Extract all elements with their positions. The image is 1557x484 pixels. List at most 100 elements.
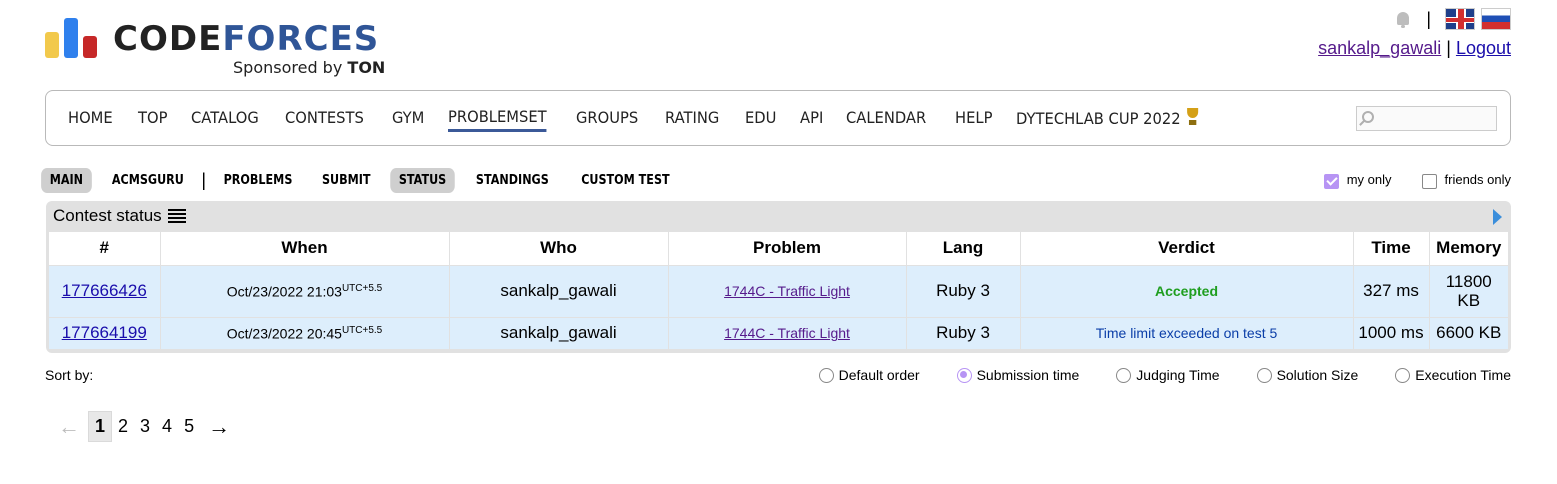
radio-default-order[interactable] [818,367,834,383]
col-verdict: Verdict [1020,232,1354,265]
friends-only-checkbox[interactable] [1421,174,1437,189]
menu-item-rating[interactable]: RATING [665,108,719,130]
main-menu-list: HOME TOP CATALOG CONTESTS GYM PROBLEMSET… [68,91,1238,147]
menu-item-api[interactable]: API [800,108,823,130]
page-3[interactable]: 3 [134,412,156,441]
sort-solution-size[interactable]: Solution Size [1256,367,1359,383]
search-input[interactable] [1379,109,1491,128]
logo-sponsor: Sponsored by TON [233,58,386,77]
tab-status[interactable]: STATUS [389,167,455,193]
my-only-label: my only [1346,172,1392,187]
verdict-accepted[interactable]: Accepted [1155,283,1218,299]
tab-standings[interactable]: STANDINGS [467,168,557,193]
menu-item-dytechlab-cup[interactable]: DYTECHLAB CUP 2022 [1016,107,1202,131]
page-2[interactable]: 2 [112,412,134,441]
memory-cell: 11800 KB [1429,264,1508,317]
russian-flag-icon[interactable] [1481,8,1511,30]
pagination: ← 1 2 3 4 5 → [50,411,238,442]
menu-item-top[interactable]: TOP [138,108,167,130]
menu-item-gym[interactable]: GYM [392,108,424,130]
status-title-text: Contest status [53,206,162,225]
sort-execution-time[interactable]: Execution Time [1395,367,1511,383]
language-switcher: | [1394,8,1511,30]
memory-value: 11800 [1445,271,1492,291]
status-filters: my only friends only [1323,172,1511,189]
when-text: Oct/23/2022 20:45 [226,325,342,342]
menu-item-calendar[interactable]: CALENDAR [846,108,926,130]
submission-id-link[interactable]: 177664199 [62,323,147,342]
contest-status-panel: Contest status # When Who Problem Lang V… [46,201,1511,353]
col-id: # [49,232,161,265]
verdict-tle[interactable]: Time limit exceeded on test 5 [1096,325,1278,341]
menu-item-problemset[interactable]: PROBLEMSET [448,107,547,132]
trophy-icon [1185,107,1202,126]
problem-cell: 1744C - Traffic Light [668,316,907,349]
header-user-area: | sankalp_gawali | Logout [1271,8,1511,68]
tab-acmsguru[interactable]: ACMSGURU [103,168,192,193]
lang-cell: Ruby 3 [906,316,1021,349]
tab-main[interactable]: MAIN [41,167,92,193]
who-cell[interactable]: sankalp_gawali [449,316,669,349]
tab-custom-test[interactable]: CUSTOM TEST [573,168,679,193]
sort-default-order[interactable]: Default order [818,367,920,383]
sort-submission-time-label: Submission time [976,367,1080,383]
status-title: Contest status [53,206,186,226]
submenu-separator: | [201,169,207,190]
header-separator: | [1426,8,1431,29]
list-icon[interactable] [167,209,186,223]
col-when: When [160,232,450,265]
my-only-checkbox[interactable] [1323,174,1339,189]
problem-link[interactable]: 1744C - Traffic Light [724,325,850,341]
page-1[interactable]: 1 [88,411,113,442]
memory-unit: KB [1457,290,1481,310]
english-flag-icon[interactable] [1445,8,1475,30]
sort-options: Default order Submission time Judging Ti… [818,367,1511,383]
sort-judging-time[interactable]: Judging Time [1116,367,1220,383]
table-row: 177666426 Oct/23/2022 21:03UTC+5.5 sanka… [49,264,1508,317]
col-problem: Problem [668,232,907,265]
codeforces-logo[interactable]: CODEFORCES Sponsored by TON [45,16,395,80]
problem-link[interactable]: 1744C - Traffic Light [724,283,850,299]
who-cell[interactable]: sankalp_gawali [449,264,669,317]
menu-item-help[interactable]: HELP [955,108,992,130]
lang-cell: Ruby 3 [906,264,1021,317]
table-header-row: # When Who Problem Lang Verdict Time Mem… [49,232,1508,265]
time-cell: 327 ms [1353,264,1430,317]
menu-item-catalog[interactable]: CATALOG [191,108,259,130]
next-arrow-icon[interactable] [1493,209,1502,225]
sort-judging-time-label: Judging Time [1136,367,1220,383]
submission-id-cell: 177664199 [49,316,161,349]
menu-item-contests[interactable]: CONTESTS [285,108,364,130]
submission-id-link[interactable]: 177666426 [62,281,147,300]
username-link[interactable]: sankalp_gawali [1318,38,1441,58]
verdict-cell: Time limit exceeded on test 5 [1020,316,1354,349]
bell-icon[interactable] [1394,9,1412,29]
next-page-arrow[interactable]: → [200,414,238,440]
problemset-submenu: MAIN ACMSGURU | PROBLEMS SUBMIT STATUS S… [37,166,687,194]
page-4[interactable]: 4 [156,412,178,441]
radio-judging-time[interactable] [1116,367,1132,383]
menu-item-groups[interactable]: GROUPS [576,108,638,130]
sort-solution-size-label: Solution Size [1276,367,1359,383]
timezone-text: UTC+5.5 [341,324,383,336]
logout-link[interactable]: Logout [1456,38,1511,58]
problem-cell: 1744C - Traffic Light [668,264,907,317]
user-links: sankalp_gawali | Logout [1318,38,1511,59]
col-who: Who [449,232,669,265]
radio-solution-size[interactable] [1256,367,1272,383]
page-5[interactable]: 5 [178,412,200,441]
col-time: Time [1353,232,1430,265]
user-links-separator: | [1446,38,1451,58]
tab-submit[interactable]: SUBMIT [313,168,379,193]
radio-submission-time[interactable] [956,367,972,383]
submission-id-cell: 177666426 [49,264,161,317]
when-cell: Oct/23/2022 21:03UTC+5.5 [160,264,450,317]
tab-problems[interactable]: PROBLEMS [215,168,301,193]
search-box [1356,106,1497,131]
menu-item-edu[interactable]: EDU [745,108,776,130]
menu-item-home[interactable]: HOME [68,108,113,130]
when-text: Oct/23/2022 21:03 [226,283,342,300]
status-table: # When Who Problem Lang Verdict Time Mem… [49,232,1508,349]
radio-execution-time[interactable] [1395,367,1411,383]
sort-submission-time[interactable]: Submission time [956,367,1080,383]
